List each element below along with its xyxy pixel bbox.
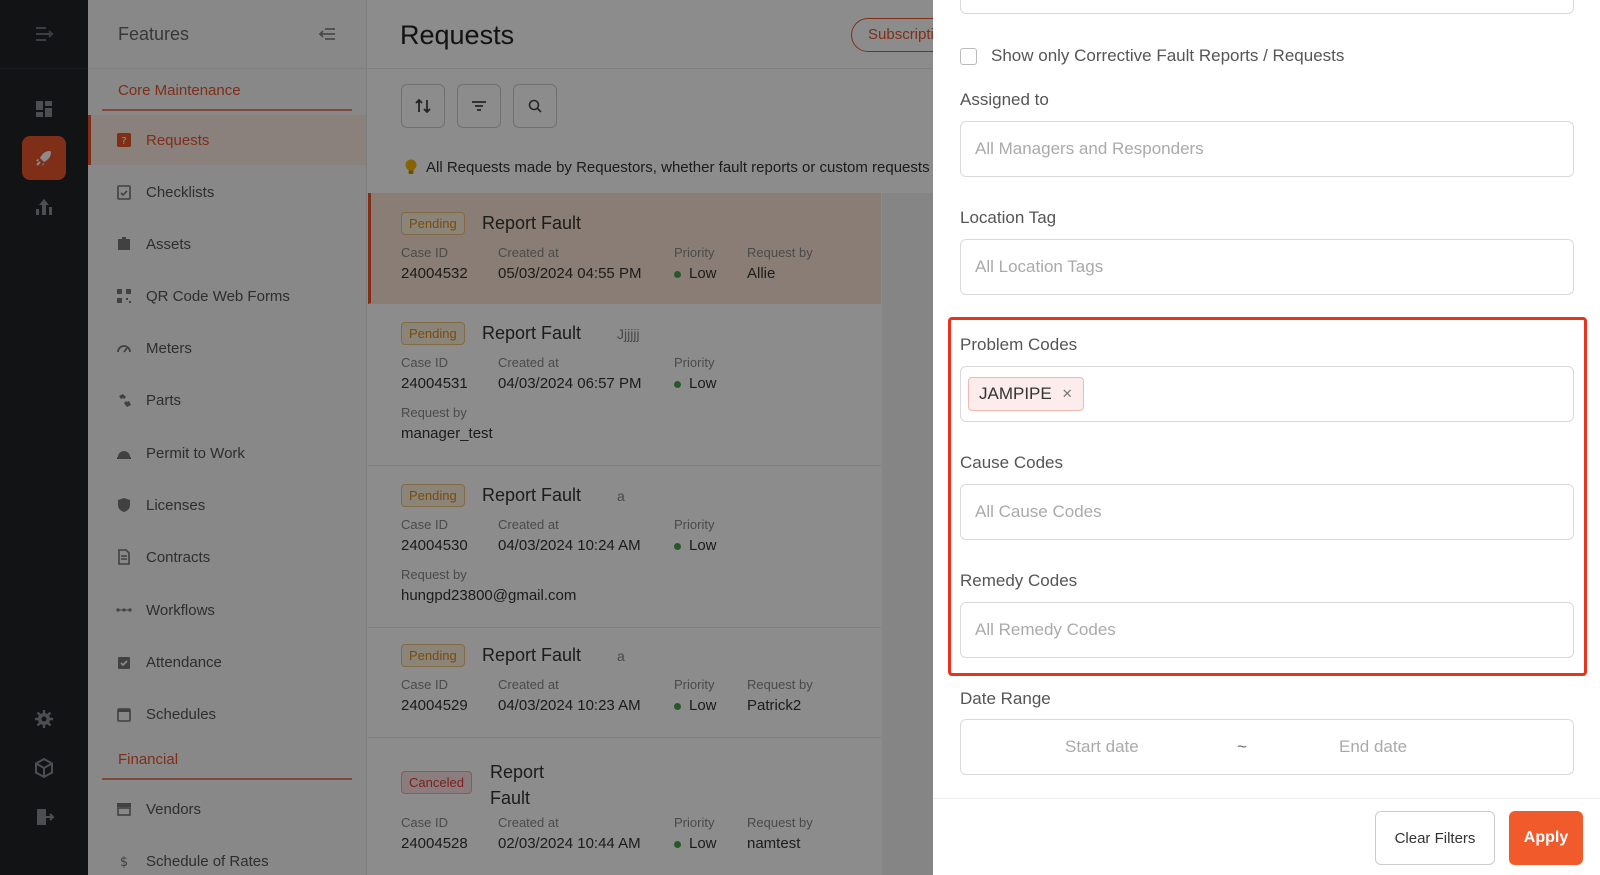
assigned-to-label: Assigned to <box>960 90 1049 109</box>
problem-code-tag: JAMPIPE ✕ <box>968 377 1084 411</box>
problem-codes-label: Problem Codes <box>960 335 1078 354</box>
cause-codes-label: Cause Codes <box>960 453 1064 472</box>
modal-backdrop[interactable] <box>0 0 933 875</box>
corrective-only-checkbox[interactable] <box>960 47 977 65</box>
clear-filters-button[interactable]: Clear Filters <box>1375 811 1495 865</box>
apply-button[interactable]: Apply <box>1509 811 1583 865</box>
filter-field-cut-off[interactable] <box>960 0 1574 14</box>
remedy-codes-select[interactable]: All Remedy Codes <box>960 602 1574 658</box>
remedy-codes-label: Remedy Codes <box>960 571 1078 590</box>
start-date-input[interactable]: Start date <box>1065 737 1139 757</box>
filter-drawer: Show only Corrective Fault Reports / Req… <box>933 0 1600 875</box>
assigned-to-select[interactable]: All Managers and Responders <box>960 121 1574 177</box>
problem-code-tag-label: JAMPIPE <box>979 384 1052 403</box>
close-icon[interactable]: ✕ <box>1062 386 1073 402</box>
cause-codes-select[interactable]: All Cause Codes <box>960 484 1574 540</box>
date-range-picker[interactable]: Start date ~ End date <box>960 719 1574 775</box>
location-tag-label: Location Tag <box>960 208 1057 227</box>
end-date-input[interactable]: End date <box>1339 737 1407 757</box>
date-separator: ~ <box>1237 737 1247 756</box>
corrective-only-option[interactable]: Show only Corrective Fault Reports / Req… <box>960 46 1344 66</box>
corrective-only-label: Show only Corrective Fault Reports / Req… <box>991 46 1345 65</box>
drawer-footer: Clear Filters Apply <box>933 798 1600 875</box>
date-range-label: Date Range <box>960 689 1051 708</box>
problem-codes-select[interactable]: JAMPIPE ✕ <box>960 366 1574 422</box>
location-tag-select[interactable]: All Location Tags <box>960 239 1574 295</box>
